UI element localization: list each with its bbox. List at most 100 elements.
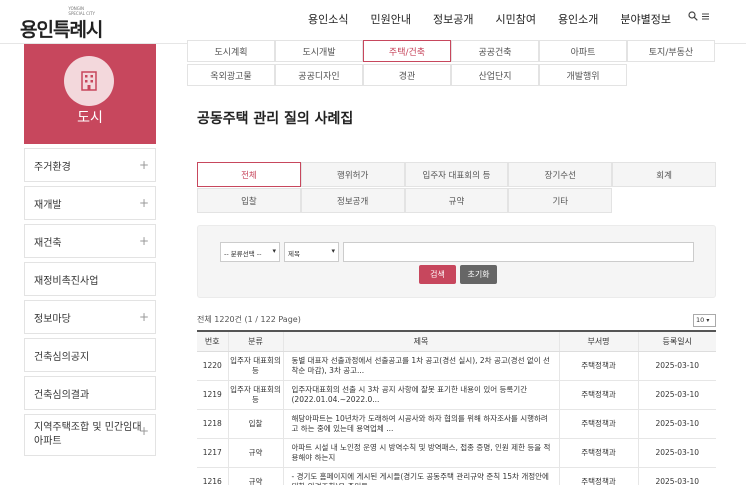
nav-item[interactable]: 시민참여 [495,11,535,27]
category-tab-empty [612,188,716,213]
tab-housing-building[interactable]: 주택/건축 [363,40,451,62]
nav-item[interactable]: 민원안내 [370,11,410,27]
column-header-department: 부서명 [558,330,638,352]
nav-item[interactable]: 분야별정보 [620,11,671,27]
sidebar-item-reconstruction[interactable]: 재건축 + [24,224,156,258]
site-header: 용인특례시 YONGIN SPECIAL CITY 용인소식 민원안내 정보공개… [0,0,746,44]
sidebar-item-label: 정보마당 [34,313,71,325]
tab-outdoor-ads[interactable]: 옥외광고물 [187,64,275,86]
cell-title-link[interactable]: 입주자대표회의 선출 시 3차 공지 사항에 잘못 표기한 내용이 있어 등록기… [282,380,559,410]
category-tab-long-term-repair[interactable]: 장기수선 [508,162,613,187]
category-tab-resident-council[interactable]: 입주자 대표회의 등 [404,162,509,187]
cell-date: 2025-03-10 [637,351,716,381]
cell-department: 주택정책과 [558,409,638,439]
cell-number: 1219 [197,380,228,410]
sidebar-item-label: 지역주택조합 및 민간임대아파트 [34,422,142,447]
cell-category: 규약 [227,467,283,485]
category-tab-disclosure[interactable]: 정보공개 [300,188,405,213]
tab-landscape[interactable]: 경관 [363,64,451,86]
table-row[interactable]: 1216 규약 - 경기도 홈페이지에 게시된 게시들(경기도 공동주택 관리규… [197,467,716,485]
column-header-category: 분류 [227,330,283,352]
tab-industrial-complex[interactable]: 산업단지 [451,64,539,86]
cell-date: 2025-03-10 [637,438,716,468]
logo-subtitle: YONGIN SPECIAL CITY [68,6,95,16]
site-logo[interactable]: 용인특례시 YONGIN SPECIAL CITY [20,6,103,42]
category-select-value: -- 분류선택 -- [224,250,262,258]
tab-urban-development[interactable]: 도시개발 [275,40,363,62]
cell-number: 1216 [197,467,228,485]
tab-land-realestate[interactable]: 토지/부동산 [627,40,715,62]
table-header-row: 번호 분류 제목 부서명 등록일시 [197,330,716,352]
plus-icon[interactable]: + [139,196,149,210]
sidebar-item-label: 건축심의결과 [34,389,90,401]
sidebar-item-label: 재건축 [34,237,62,249]
tab-development-activity[interactable]: 개발행위 [539,64,627,86]
sidebar-item-review-notice[interactable]: 건축심의공지 [24,338,156,372]
result-count: 전체 1220건 (1 / 122 Page) [197,315,301,324]
cell-date: 2025-03-10 [637,380,716,410]
field-select[interactable]: 제목 ▾ [284,242,339,262]
sidebar-item-label: 건축심의공지 [34,351,90,363]
reset-button[interactable]: 초기화 [460,265,497,284]
sidebar-item-housing-union[interactable]: 지역주택조합 및 민간임대아파트 + [24,414,156,456]
sidebar-item-renewal[interactable]: 재정비촉진사업 [24,262,156,296]
chevron-down-icon: ▾ [272,247,276,255]
results-table: 번호 분류 제목 부서명 등록일시 1220 입주자 대표회의 등 동별 대표자… [197,330,716,485]
cell-number: 1220 [197,351,228,381]
cell-title-link[interactable]: 해당아파트는 10년차가 도래하여 시공사와 하자 협의를 위해 하자조사를 시… [282,409,559,439]
category-tabs: 전체 행위허가 입주자 대표회의 등 장기수선 회계 입찰 정보공개 규약 기타 [197,162,716,213]
table-row[interactable]: 1218 입찰 해당아파트는 10년차가 도래하여 시공사와 하자 협의를 위해… [197,409,716,439]
search-icon[interactable] [687,11,702,24]
sidebar-item-review-result[interactable]: 건축심의결과 [24,376,156,410]
search-button[interactable]: 검색 [419,265,456,284]
tab-public-design[interactable]: 공공디자인 [275,64,363,86]
table-row[interactable]: 1219 입주자 대표회의 등 입주자대표회의 선출 시 3차 공지 사항에 잘… [197,380,716,410]
table-row[interactable]: 1217 규약 아파트 시설 내 노인정 운영 시 방역수칙 및 방역패스, 접… [197,438,716,468]
category-select[interactable]: -- 분류선택 -- ▾ [220,242,280,262]
sidebar-item-label: 재개발 [34,199,62,211]
category-tab-accounting[interactable]: 회계 [612,162,716,187]
table-row[interactable]: 1220 입주자 대표회의 등 동별 대표자 선출과정에서 선출공고를 1차 공… [197,351,716,381]
tab-public-building[interactable]: 공공건축 [451,40,539,62]
menu-icon[interactable] [701,11,710,24]
cell-department: 주택정책과 [558,438,638,468]
category-tab-all[interactable]: 전체 [197,162,301,187]
sidebar-item-info[interactable]: 정보마당 + [24,300,156,334]
column-header-number: 번호 [197,330,228,352]
cell-department: 주택정책과 [558,351,638,381]
cell-title-link[interactable]: - 경기도 홈페이지에 게시된 게시들(경기도 공동주택 관리규약 준칙 15차… [282,467,559,485]
cell-title-link[interactable]: 동별 대표자 선출과정에서 선출공고를 1차 공고(경선 실시), 2차 공고(… [282,351,559,381]
sidebar-item-redevelopment[interactable]: 재개발 + [24,186,156,220]
cell-date: 2025-03-10 [637,467,716,485]
plus-icon[interactable]: + [139,310,149,324]
plus-icon[interactable]: + [139,424,149,438]
sidebar-item-label: 주거환경 [34,161,71,173]
tab-urban-planning[interactable]: 도시계획 [187,40,275,62]
cell-number: 1218 [197,409,228,439]
nav-item[interactable]: 용인소개 [558,11,598,27]
page-title: 공동주택 관리 질의 사례집 [197,111,354,127]
sidebar-title: 도시 [77,110,103,126]
sidebar-item-label: 재정비촉진사업 [34,275,99,287]
category-tab-rules[interactable]: 규약 [404,188,509,213]
search-panel: -- 분류선택 -- ▾ 제목 ▾ 검색 초기화 [197,225,716,298]
header-icons [687,11,711,24]
cell-title-link[interactable]: 아파트 시설 내 노인정 운영 시 방역수칙 및 방역패스, 접종 증명, 인원… [282,438,559,468]
cell-category: 규약 [227,438,283,468]
plus-icon[interactable]: + [139,158,149,172]
logo-text: 용인특례시 [20,19,103,41]
sidebar-item-housing[interactable]: 주거환경 + [24,148,156,182]
nav-item[interactable]: 용인소식 [308,11,348,27]
cell-category: 입주자 대표회의 등 [227,351,283,381]
chevron-down-icon: ▾ [331,247,335,255]
keyword-input[interactable] [343,242,694,262]
tab-apartment[interactable]: 아파트 [539,40,627,62]
category-tab-bidding[interactable]: 입찰 [197,188,301,213]
main-nav: 용인소식 민원안내 정보공개 시민참여 용인소개 분야별정보 [308,11,693,27]
plus-icon[interactable]: + [139,234,149,248]
column-header-title: 제목 [282,330,559,352]
per-page-select[interactable]: 10 ▾ [693,314,716,327]
category-tab-permit[interactable]: 행위허가 [300,162,405,187]
nav-item[interactable]: 정보공개 [433,11,473,27]
category-tab-etc[interactable]: 기타 [508,188,613,213]
